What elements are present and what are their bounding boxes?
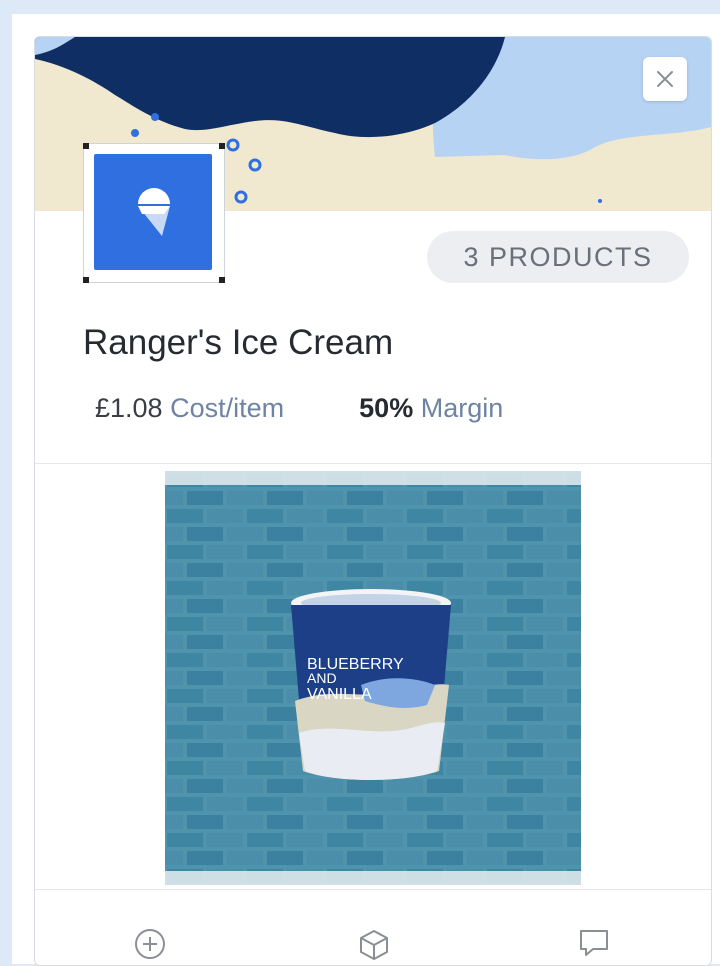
cost-label: Cost/item	[170, 393, 285, 423]
box-icon	[360, 930, 388, 960]
brand-logo[interactable]	[83, 143, 225, 283]
brand-metrics: £1.08 Cost/item 50% Margin	[95, 393, 503, 424]
add-button[interactable]	[133, 927, 167, 961]
divider	[35, 463, 711, 464]
close-icon	[657, 71, 673, 87]
add-circle-icon	[135, 929, 165, 959]
brand-name: Ranger's Ice Cream	[83, 323, 394, 362]
products-badge: 3 PRODUCTS	[427, 231, 689, 283]
close-button[interactable]	[643, 57, 687, 101]
brand-card: 3 PRODUCTS Ranger's Ice Cream £1.08 Cost…	[34, 36, 712, 966]
margin-label: Margin	[420, 393, 504, 423]
tub-label-line-2: AND	[307, 670, 337, 686]
comment-button[interactable]	[577, 927, 611, 961]
card-actions	[35, 889, 711, 965]
ice-cream-cone-icon	[138, 188, 170, 236]
cost-value: £1.08	[95, 393, 163, 423]
tub-label-line-3: VANILLA	[307, 686, 372, 703]
margin-value: 50%	[359, 393, 414, 423]
product-image[interactable]: BLUEBERRY AND VANILLA	[165, 471, 581, 885]
comment-icon	[580, 930, 608, 956]
products-button[interactable]	[357, 927, 391, 961]
